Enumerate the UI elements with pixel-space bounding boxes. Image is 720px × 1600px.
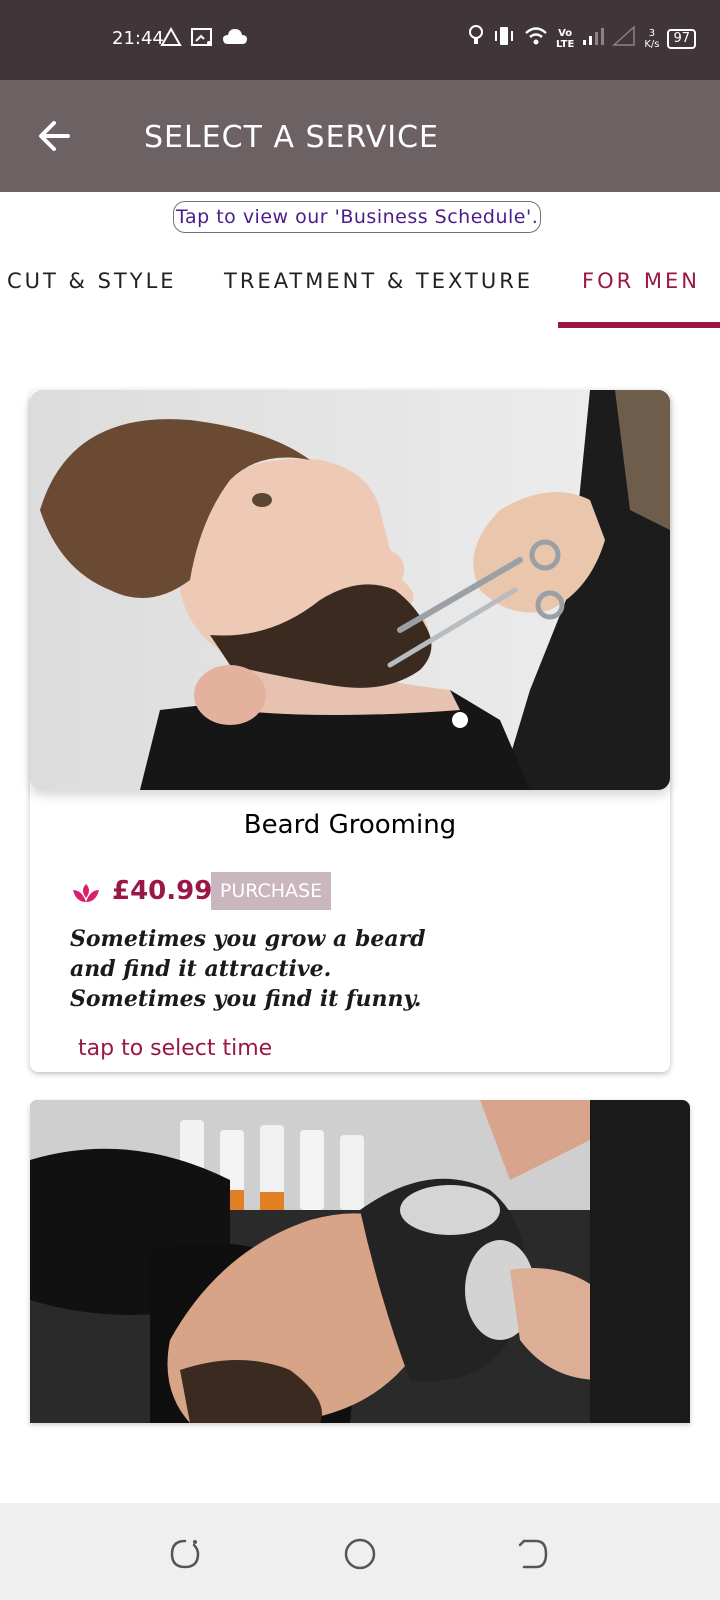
tab-for-men[interactable]: FOR MEN [582,269,700,293]
service-description: Sometimes you grow a beard and find it a… [70,926,426,1012]
service-image-beard-grooming [30,390,670,790]
wifi-icon [524,25,548,52]
select-time-link[interactable]: tap to select time [78,1036,272,1061]
tab-cut-style[interactable]: CUT & STYLE [7,269,177,293]
signal-bars-icon [582,25,605,52]
status-time: 21:44 [112,28,164,49]
signal-empty-icon [612,25,636,52]
back-icon [518,1539,548,1569]
vibrate-icon [492,24,516,53]
home-icon [344,1538,376,1570]
back-button[interactable] [34,116,74,156]
service-price: £40.99 [112,876,213,906]
recents-button[interactable] [168,1537,202,1571]
active-tab-indicator [558,322,720,328]
status-bar: 21:44 Vo LTE 3 K/s 97 [0,0,720,80]
cloud-icon [222,28,248,51]
app-bar: SELECT A SERVICE [0,80,720,192]
battery-indicator: 97 [667,28,696,49]
arrow-left-icon [39,121,70,151]
lotus-icon [70,876,102,908]
system-back-button[interactable] [516,1537,550,1571]
cast-icon [190,26,214,53]
tab-treatment-texture[interactable]: TREATMENT & TEXTURE [224,269,533,293]
service-name: Beard Grooming [243,810,457,840]
network-speed: 3 K/s [644,27,660,50]
service-image-hair-wash [30,1100,690,1423]
status-left-icons [160,26,248,53]
alert-triangle-icon [160,26,182,52]
purchase-button[interactable]: PURCHASE [211,872,331,910]
business-schedule-link[interactable]: Tap to view our 'Business Schedule'. [173,201,542,233]
page-title: SELECT A SERVICE [144,120,440,155]
recents-icon [170,1539,200,1569]
service-card[interactable] [30,1100,690,1423]
status-right-icons: Vo LTE 3 K/s 97 [468,24,696,53]
system-nav-bar [0,1503,720,1600]
category-tabs: CUT & STYLE TREATMENT & TEXTURE FOR MEN [0,244,720,330]
home-button[interactable] [343,1537,377,1571]
service-card[interactable]: Beard Grooming £40.99 PURCHASE Sometimes… [30,390,670,1072]
lightbulb-icon [468,24,484,53]
volte-indicator: Vo LTE [555,27,575,50]
